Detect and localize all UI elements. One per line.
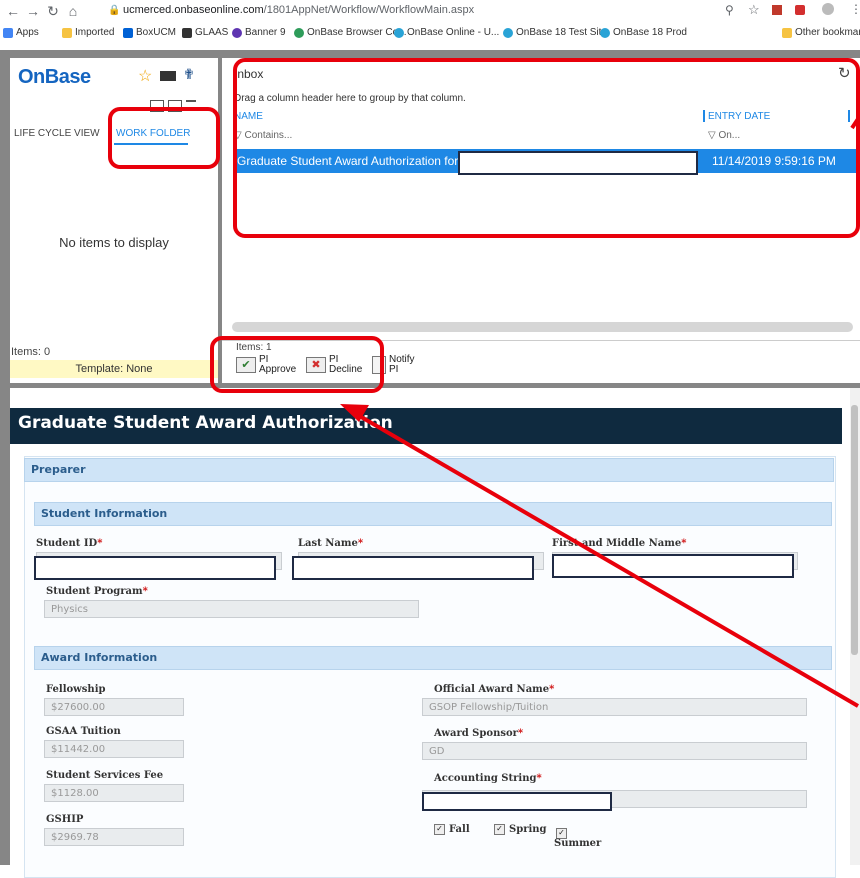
annotation-arrow-layer — [340, 114, 860, 708]
annotation-arrow-line-partial — [850, 114, 860, 130]
annotation-arrow-line — [354, 412, 860, 708]
